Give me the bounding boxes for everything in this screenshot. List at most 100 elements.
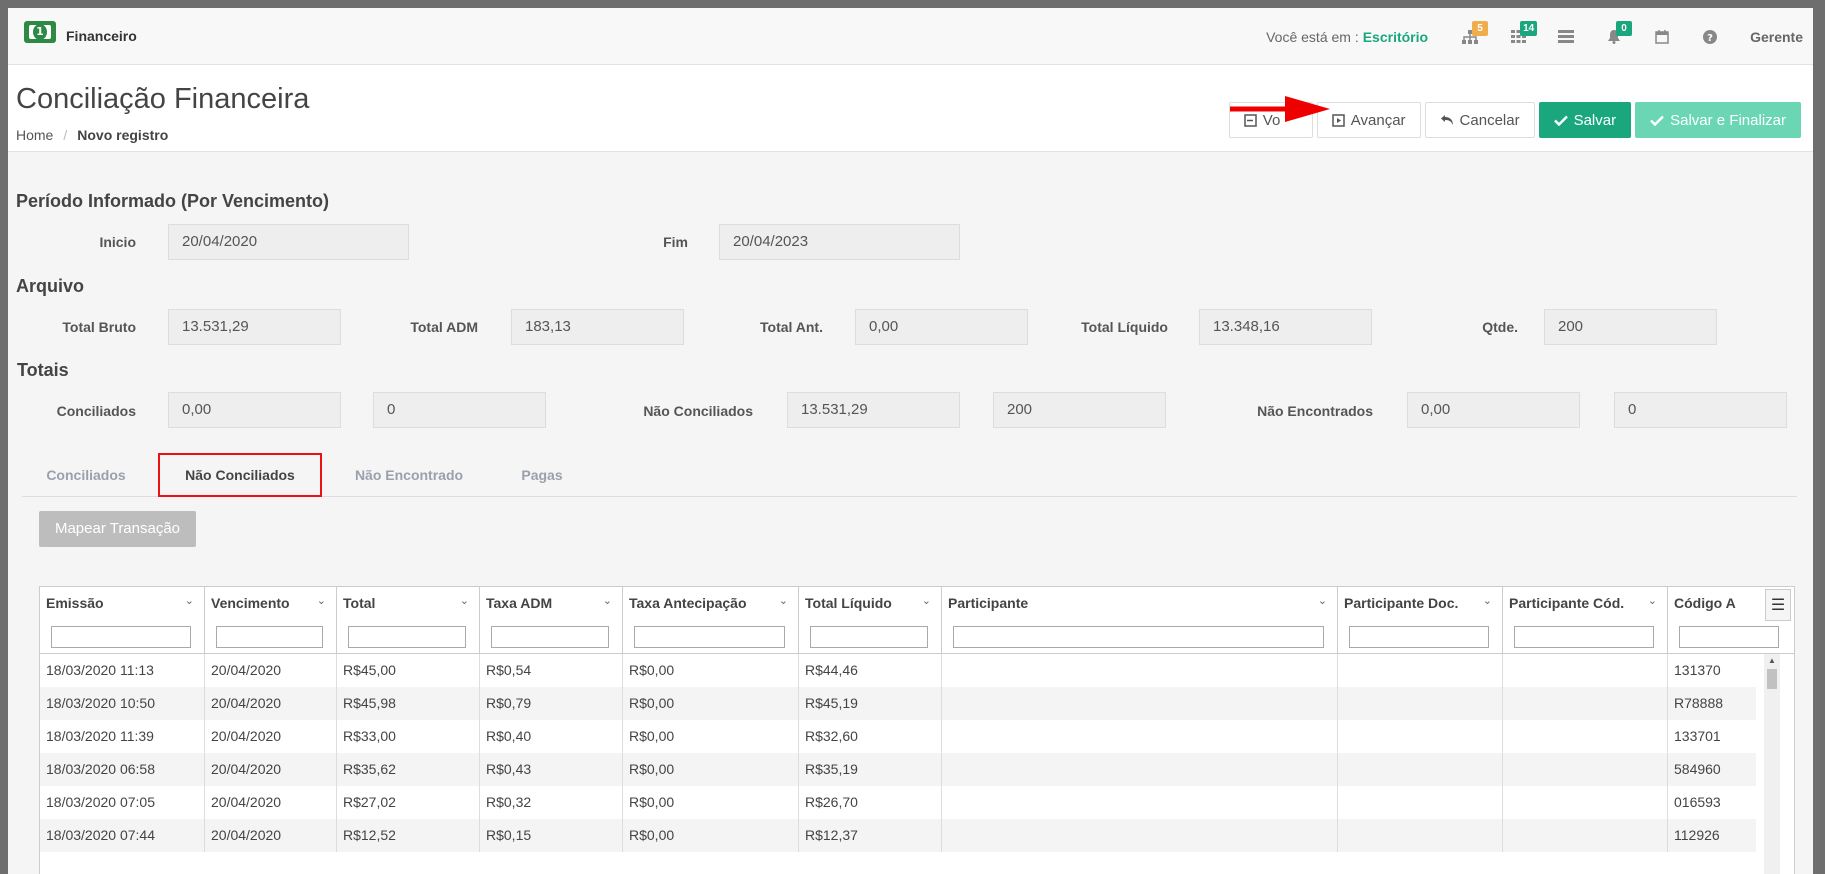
nao-encontrados-qtd-field[interactable]: 0: [1614, 392, 1787, 428]
table-row[interactable]: 18/03/2020 11:13 20/04/2020 R$45,00 R$0,…: [40, 654, 1756, 687]
scrollbar-thumb[interactable]: [1767, 669, 1777, 689]
cell-emissao: 18/03/2020 11:39: [40, 720, 205, 753]
filter-codigo-input[interactable]: [1679, 626, 1779, 648]
column-header-taxa-adm[interactable]: Taxa ADM ⌄: [480, 587, 623, 654]
cell-taxa-adm: R$0,32: [480, 786, 623, 819]
chevron-down-icon[interactable]: ⌄: [185, 594, 194, 607]
column-header-taxa-antecipacao[interactable]: Taxa Antecipação ⌄: [623, 587, 799, 654]
column-label: Vencimento: [211, 595, 290, 611]
column-menu-button[interactable]: ☰: [1765, 589, 1791, 621]
cell-taxa-antecipacao: R$0,00: [623, 786, 799, 819]
help-button[interactable]: ?: [1686, 17, 1734, 57]
arquivo-title: Arquivo: [16, 276, 85, 296]
cell-emissao: 18/03/2020 10:50: [40, 687, 205, 720]
filter-total-input[interactable]: [348, 626, 466, 648]
conciliados-label: Conciliados: [56, 403, 136, 419]
column-header-participante[interactable]: Participante ⌄: [942, 587, 1338, 654]
chevron-down-icon[interactable]: ⌄: [460, 594, 469, 607]
tab-nao-conciliados[interactable]: Não Conciliados: [158, 453, 322, 497]
filter-total-liquido-input[interactable]: [810, 626, 928, 648]
cell-total: R$45,00: [337, 654, 480, 687]
advance-button[interactable]: Avançar: [1316, 102, 1421, 138]
chevron-down-icon[interactable]: ⌄: [779, 594, 788, 607]
table-row[interactable]: 18/03/2020 11:39 20/04/2020 R$33,00 R$0,…: [40, 720, 1756, 753]
user-menu[interactable]: Gerente: [1750, 29, 1803, 45]
column-header-participante-cod[interactable]: Participante Cód. ⌄: [1503, 587, 1668, 654]
cell-taxa-antecipacao: R$0,00: [623, 654, 799, 687]
filter-emissao-input[interactable]: [51, 626, 191, 648]
column-header-vencimento[interactable]: Vencimento ⌄: [205, 587, 337, 654]
chevron-down-icon[interactable]: ⌄: [1648, 594, 1657, 607]
notifications-button[interactable]: 0: [1590, 17, 1638, 57]
column-header-participante-doc[interactable]: Participante Doc. ⌄: [1338, 587, 1503, 654]
cell-participante-doc: [1338, 654, 1503, 687]
calendar-button[interactable]: [1638, 17, 1686, 57]
filter-participante-cod-input[interactable]: [1514, 626, 1654, 648]
page-header: Conciliação Financeira Home / Novo regis…: [8, 65, 1813, 152]
tab-pagas[interactable]: Pagas: [502, 453, 582, 497]
tab-conciliados[interactable]: Conciliados: [36, 453, 136, 497]
nao-conciliados-label: Não Conciliados: [643, 403, 753, 419]
nao-conciliados-qtd-field[interactable]: 200: [993, 392, 1166, 428]
chevron-down-icon[interactable]: ⌄: [922, 594, 931, 607]
sitemap-badge: 5: [1472, 20, 1489, 36]
column-label: Total: [343, 595, 376, 611]
advance-button-label: Avançar: [1350, 111, 1406, 129]
notifications-badge: 0: [1616, 20, 1633, 36]
qtde-field[interactable]: 200: [1544, 309, 1717, 345]
breadcrumb-home[interactable]: Home: [16, 127, 53, 143]
total-ant-field[interactable]: 0,00: [855, 309, 1028, 345]
cell-taxa-adm: R$0,43: [480, 753, 623, 786]
breadcrumb: Home / Novo registro: [16, 127, 168, 143]
svg-text:?: ?: [1707, 33, 1713, 44]
cell-vencimento: 20/04/2020: [205, 819, 337, 852]
cell-total-liquido: R$12,37: [799, 819, 942, 852]
cell-total: R$12,52: [337, 819, 480, 852]
cell-emissao: 18/03/2020 06:58: [40, 753, 205, 786]
apps-button[interactable]: 14: [1494, 17, 1542, 57]
chevron-down-icon[interactable]: ⌄: [1318, 594, 1327, 607]
conciliados-qtd-field[interactable]: 0: [373, 392, 546, 428]
chevron-down-icon[interactable]: ⌄: [1483, 594, 1492, 607]
conciliados-valor-field[interactable]: 0,00: [168, 392, 341, 428]
column-label: Total Líquido: [805, 595, 892, 611]
table-row[interactable]: 18/03/2020 07:05 20/04/2020 R$27,02 R$0,…: [40, 786, 1756, 819]
filter-participante-input[interactable]: [953, 626, 1324, 648]
sitemap-button[interactable]: 5: [1446, 17, 1494, 57]
nao-conciliados-valor-field[interactable]: 13.531,29: [787, 392, 960, 428]
play-square-icon: [1332, 113, 1345, 127]
total-liquido-field[interactable]: 13.348,16: [1199, 309, 1372, 345]
cancel-button[interactable]: Cancelar: [1424, 102, 1535, 138]
fim-field[interactable]: 20/04/2023: [719, 224, 960, 260]
total-bruto-field[interactable]: 13.531,29: [168, 309, 341, 345]
chevron-down-icon[interactable]: ⌄: [603, 594, 612, 607]
brand[interactable]: Financeiro: [24, 20, 137, 44]
cell-codigo: 133701: [1674, 728, 1721, 744]
filter-vencimento-input[interactable]: [216, 626, 323, 648]
filter-taxa-adm-input[interactable]: [491, 626, 609, 648]
cell-participante-cod: [1503, 687, 1668, 720]
nao-encontrados-valor-field[interactable]: 0,00: [1407, 392, 1580, 428]
filter-participante-doc-input[interactable]: [1349, 626, 1489, 648]
scroll-up-icon[interactable]: ▲: [1768, 656, 1776, 665]
save-finalize-button[interactable]: Salvar e Finalizar: [1635, 102, 1801, 138]
table-row[interactable]: 18/03/2020 06:58 20/04/2020 R$35,62 R$0,…: [40, 753, 1756, 786]
cell-total-liquido: R$45,19: [799, 687, 942, 720]
cell-total-liquido: R$35,19: [799, 753, 942, 786]
total-adm-field[interactable]: 183,13: [511, 309, 684, 345]
column-header-total[interactable]: Total ⌄: [337, 587, 480, 654]
vertical-scrollbar[interactable]: ▲: [1764, 654, 1780, 874]
inicio-field[interactable]: 20/04/2020: [168, 224, 409, 260]
table-row[interactable]: 18/03/2020 10:50 20/04/2020 R$45,98 R$0,…: [40, 687, 1756, 720]
filter-taxa-antecipacao-input[interactable]: [634, 626, 785, 648]
column-header-emissao[interactable]: Emissão ⌄: [40, 587, 205, 654]
save-button[interactable]: Salvar: [1538, 102, 1632, 138]
column-header-total-liquido[interactable]: Total Líquido ⌄: [799, 587, 942, 654]
map-transaction-button[interactable]: Mapear Transação: [39, 511, 196, 547]
table-row[interactable]: 18/03/2020 07:44 20/04/2020 R$12,52 R$0,…: [40, 819, 1756, 852]
tab-nao-encontrado[interactable]: Não Encontrado: [344, 453, 474, 497]
location-value[interactable]: Escritório: [1363, 29, 1428, 45]
cell-codigo: R78888: [1674, 695, 1724, 711]
list-button[interactable]: [1542, 17, 1590, 57]
chevron-down-icon[interactable]: ⌄: [317, 594, 326, 607]
